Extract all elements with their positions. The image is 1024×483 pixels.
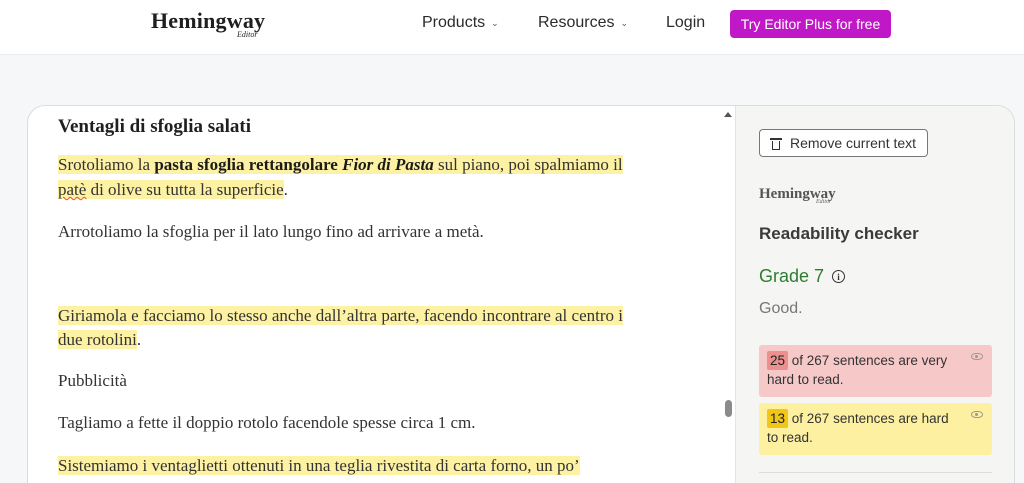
logo-subtext: Editor xyxy=(237,30,258,39)
try-editor-plus-button[interactable]: Try Editor Plus for free xyxy=(730,10,891,38)
grade-level: Grade 7 i xyxy=(759,266,846,287)
readability-rating: Good. xyxy=(759,300,803,317)
hard-count-badge: 13 xyxy=(767,409,789,428)
nav-products-label: Products xyxy=(422,14,486,31)
paragraph-3-line-2: due rotolini. xyxy=(58,330,142,349)
nav-products[interactable]: Products ⌄ xyxy=(422,14,499,32)
hard-sentences-card[interactable]: 13 of 267 sentences are hard to read. xyxy=(759,403,992,455)
panel-logo-subtext: Editor xyxy=(816,199,832,205)
editor-card: Ventagli di sfoglia salati Srotoliamo la… xyxy=(27,105,1015,483)
highlight-hard-sentence-cont: due rotolini xyxy=(58,330,137,349)
nav-resources-label: Resources xyxy=(538,14,615,31)
paragraph-1-line-2: patè di olive su tutta la superficie. xyxy=(58,180,288,199)
paragraph-6: Sistemiamo i ventaglietti ottenuti in un… xyxy=(58,453,580,478)
chevron-down-icon: ⌄ xyxy=(620,17,629,28)
chevron-down-icon: ⌄ xyxy=(491,17,499,28)
remove-button-label: Remove current text xyxy=(790,135,917,151)
scroll-up-arrow-icon[interactable] xyxy=(724,112,732,117)
top-nav: Hemingway Editor Products ⌄ Resources ⌄ … xyxy=(0,0,1024,55)
highlight-hard-sentence: Giriamola e facciamo lo stesso anche dal… xyxy=(58,306,623,325)
highlight-hard-sentence: Srotoliamo la pasta sfoglia rettangolare… xyxy=(58,155,623,174)
grade-label: Grade 7 xyxy=(759,266,825,286)
nav-login-label: Login xyxy=(666,14,706,31)
nav-resources[interactable]: Resources ⌄ xyxy=(538,14,628,32)
scrollbar-thumb[interactable] xyxy=(725,400,732,417)
panel-divider xyxy=(759,472,992,473)
readability-checker-title: Readability checker xyxy=(759,224,919,243)
paragraph-2: Arrotoliamo la sfoglia per il lato lungo… xyxy=(58,222,484,241)
eye-icon[interactable] xyxy=(971,353,983,360)
hard-text: of 267 sentences are hard to read. xyxy=(767,411,949,445)
hemingway-logo[interactable]: Hemingway Editor xyxy=(151,9,265,40)
readability-panel: Remove current text Hemingway Editor Rea… xyxy=(735,106,1014,483)
paragraph-5: Tagliamo a fette il doppio rotolo facend… xyxy=(58,413,476,432)
very-hard-count-badge: 25 xyxy=(767,351,789,370)
remove-current-text-button[interactable]: Remove current text xyxy=(759,129,928,157)
paragraph-1: Srotoliamo la pasta sfoglia rettangolare… xyxy=(58,152,623,177)
paragraph-4: Pubblicità xyxy=(58,371,127,390)
very-hard-text: of 267 sentences are very hard to read. xyxy=(767,353,948,387)
document-title: Ventagli di sfoglia salati xyxy=(58,116,252,137)
nav-login[interactable]: Login xyxy=(666,14,705,32)
highlight-hard-sentence-cont: patè di olive su tutta la superficie xyxy=(58,180,284,199)
spelling-flag: patè xyxy=(58,180,87,199)
info-icon[interactable]: i xyxy=(832,270,846,283)
highlight-hard-sentence: Sistemiamo i ventaglietti ottenuti in un… xyxy=(58,456,580,475)
eye-icon[interactable] xyxy=(971,411,983,418)
paragraph-3: Giriamola e facciamo lo stesso anche dal… xyxy=(58,303,623,328)
very-hard-sentences-card[interactable]: 25 of 267 sentences are very hard to rea… xyxy=(759,345,992,397)
trash-icon xyxy=(770,137,782,150)
